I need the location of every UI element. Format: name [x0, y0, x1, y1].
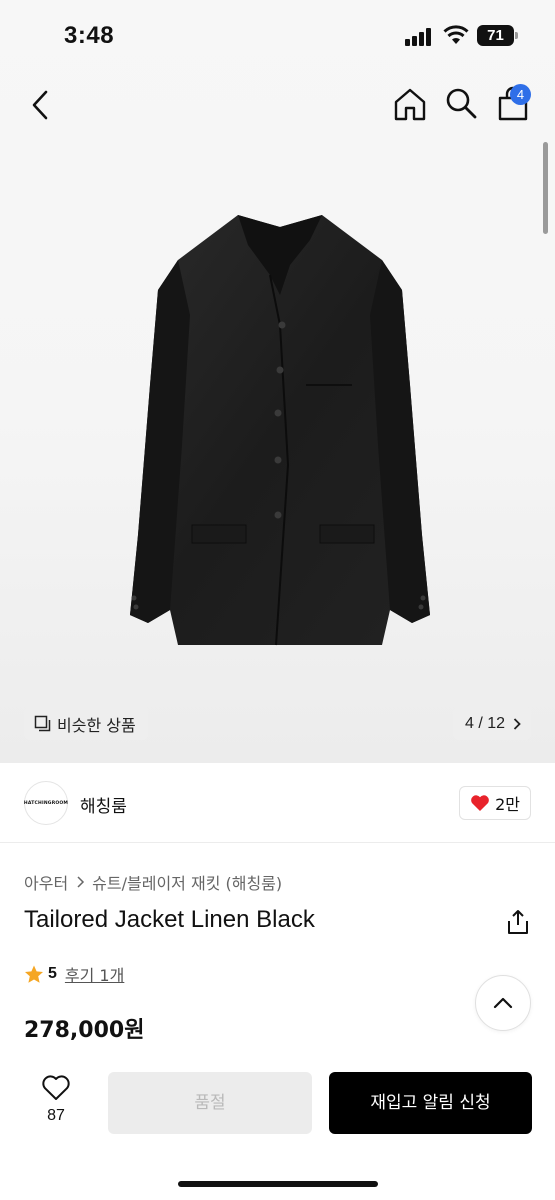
- rating-row: 5 후기 1개: [24, 962, 124, 986]
- search-icon[interactable]: [444, 86, 478, 120]
- breadcrumb-category[interactable]: 아우터: [24, 870, 68, 894]
- star-icon: [25, 965, 43, 983]
- status-time: 3:48: [64, 22, 115, 49]
- share-icon[interactable]: [506, 909, 530, 935]
- rating-score: 5: [48, 965, 57, 982]
- breadcrumb-subcategory[interactable]: 슈트/블레이저 재킷 (해칭룸): [92, 870, 282, 894]
- chevron-up-icon: [493, 997, 513, 1009]
- cart-count-badge: 4: [510, 84, 531, 105]
- pager-label: 4 / 12: [464, 714, 505, 732]
- home-icon[interactable]: [392, 86, 428, 122]
- brand-row: HATCHINGROOM 해칭룸 2만: [0, 763, 555, 843]
- brand-like-button[interactable]: 2만: [459, 786, 531, 820]
- heart-filled-icon: [471, 795, 489, 811]
- battery-icon: 71: [477, 25, 519, 46]
- restock-alert-button[interactable]: 재입고 알림 신청: [329, 1072, 532, 1134]
- soldout-button: 품절: [108, 1072, 312, 1134]
- brand-logo[interactable]: HATCHINGROOM: [24, 781, 68, 825]
- image-pager[interactable]: 4 / 12: [452, 707, 531, 740]
- heart-outline-icon: [42, 1075, 70, 1100]
- brand-logo-text: HATCHINGROOM: [23, 800, 69, 806]
- wifi-icon: [443, 25, 469, 44]
- wishlist-count: 87: [47, 1107, 65, 1124]
- bottom-action-bar: 87 품절 재입고 알림 신청: [0, 1058, 555, 1200]
- review-link[interactable]: 후기 1개: [65, 962, 124, 986]
- back-icon[interactable]: [26, 88, 56, 122]
- product-title: Tailored Jacket Linen Black: [24, 906, 315, 933]
- scroll-indicator: [543, 142, 548, 234]
- scroll-to-top-button[interactable]: [475, 975, 531, 1031]
- brand-name[interactable]: 해칭룸: [80, 792, 127, 817]
- wishlist-button[interactable]: 87: [26, 1074, 86, 1125]
- breadcrumb: 아우터 슈트/블레이저 재킷 (해칭룸): [24, 870, 282, 894]
- similar-products-button[interactable]: 비슷한 상품: [24, 707, 148, 740]
- brand-like-count: 2만: [495, 795, 520, 814]
- battery-level: 71: [477, 25, 514, 46]
- similar-products-label: 비슷한 상품: [57, 715, 136, 735]
- chevron-right-icon: [77, 876, 85, 888]
- status-bar: 3:48 71: [0, 0, 555, 70]
- product-detail-screen: 비슷한 상품 4 / 12 3:48 71 4 HATCHINGROOM 해칭룸…: [0, 0, 555, 1200]
- similar-items-icon: [34, 715, 51, 732]
- chevron-right-icon: [513, 717, 521, 730]
- top-nav: [0, 76, 555, 136]
- product-price: 278,000원: [24, 1018, 145, 1043]
- product-image: [130, 215, 430, 646]
- cellular-signal-icon: [405, 28, 433, 46]
- home-indicator: [178, 1181, 378, 1187]
